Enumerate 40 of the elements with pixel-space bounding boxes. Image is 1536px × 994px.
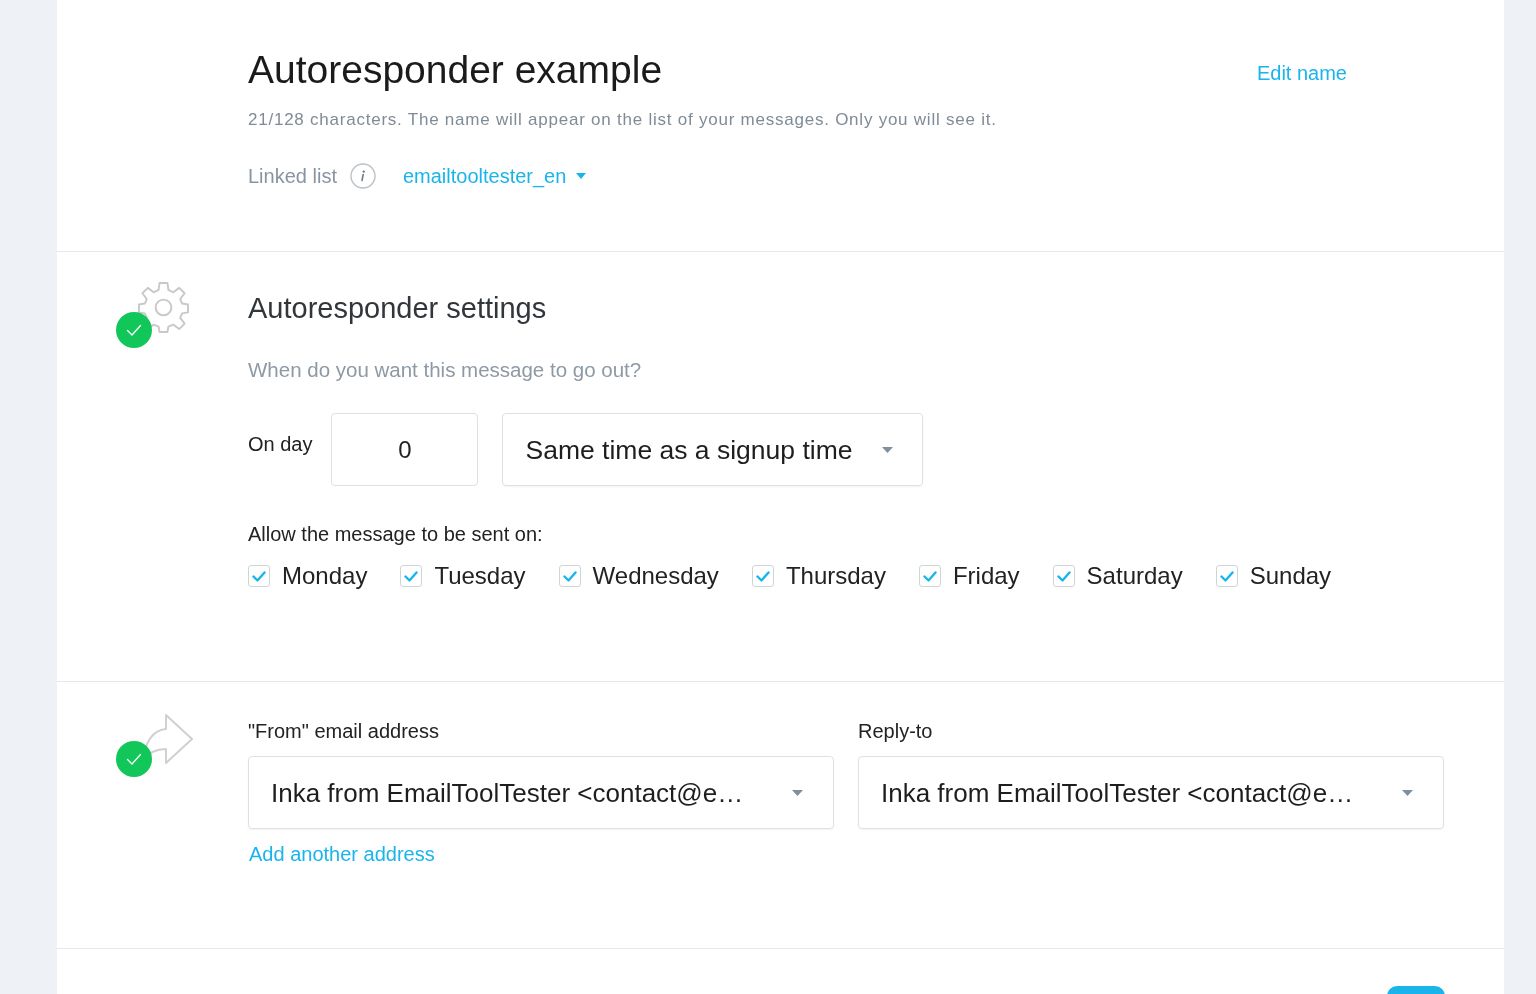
checkmark-icon xyxy=(252,570,266,582)
caret-icon xyxy=(1402,789,1413,796)
day-label: Tuesday xyxy=(434,562,526,590)
day-checkbox[interactable] xyxy=(400,565,423,587)
checkmark-icon xyxy=(562,570,577,582)
from-address-dropdown[interactable]: Inka from EmailToolTester <contact@e… xyxy=(248,756,834,829)
linked-list-label: Linked list xyxy=(248,164,337,188)
day-label: Wednesday xyxy=(592,562,719,590)
day-label: Sunday xyxy=(1249,562,1332,590)
from-address-label: "From" email address xyxy=(248,719,440,743)
caret-icon xyxy=(792,789,803,796)
day-checkbox[interactable] xyxy=(918,565,941,587)
day-label: Thursday xyxy=(785,562,886,590)
day-checkbox[interactable] xyxy=(751,565,774,587)
day-label: Friday xyxy=(952,562,1020,590)
caret-icon xyxy=(882,446,894,453)
gear-icon xyxy=(137,280,190,333)
section-title: Autoresponder settings xyxy=(248,294,548,323)
info-icon[interactable] xyxy=(349,163,376,189)
checkmark-icon xyxy=(1219,570,1234,582)
day-input-field[interactable]: 0 xyxy=(331,413,479,486)
checkmark-icon xyxy=(404,570,419,582)
day-checkbox[interactable] xyxy=(558,565,581,587)
message-title: Autoresponder example xyxy=(248,50,663,89)
day-checkbox[interactable] xyxy=(1052,565,1075,587)
on-day-label: On day xyxy=(248,432,313,456)
checkmark-icon xyxy=(755,570,770,582)
day-checkbox[interactable] xyxy=(1215,565,1238,587)
character-count-hint: 21/128 characters. The name will appear on the list of your messages. Only you will see it. xyxy=(248,110,998,130)
reply-to-label: Reply-to xyxy=(858,719,934,743)
checkmark-icon xyxy=(922,570,937,582)
schedule-question: When do you want this message to go out? xyxy=(248,358,643,382)
send-time-dropdown[interactable]: Same time as a signup time xyxy=(502,413,924,486)
caret-icon xyxy=(576,173,587,179)
day-label: Monday xyxy=(282,562,368,590)
send-days-label: Allow the message to be sent on: xyxy=(248,522,544,546)
reply-to-dropdown[interactable]: Inka from EmailToolTester <contact@e… xyxy=(858,756,1444,829)
checkmark-icon xyxy=(1056,570,1071,582)
day-label: Saturday xyxy=(1086,562,1183,590)
day-checkbox[interactable] xyxy=(248,565,270,587)
